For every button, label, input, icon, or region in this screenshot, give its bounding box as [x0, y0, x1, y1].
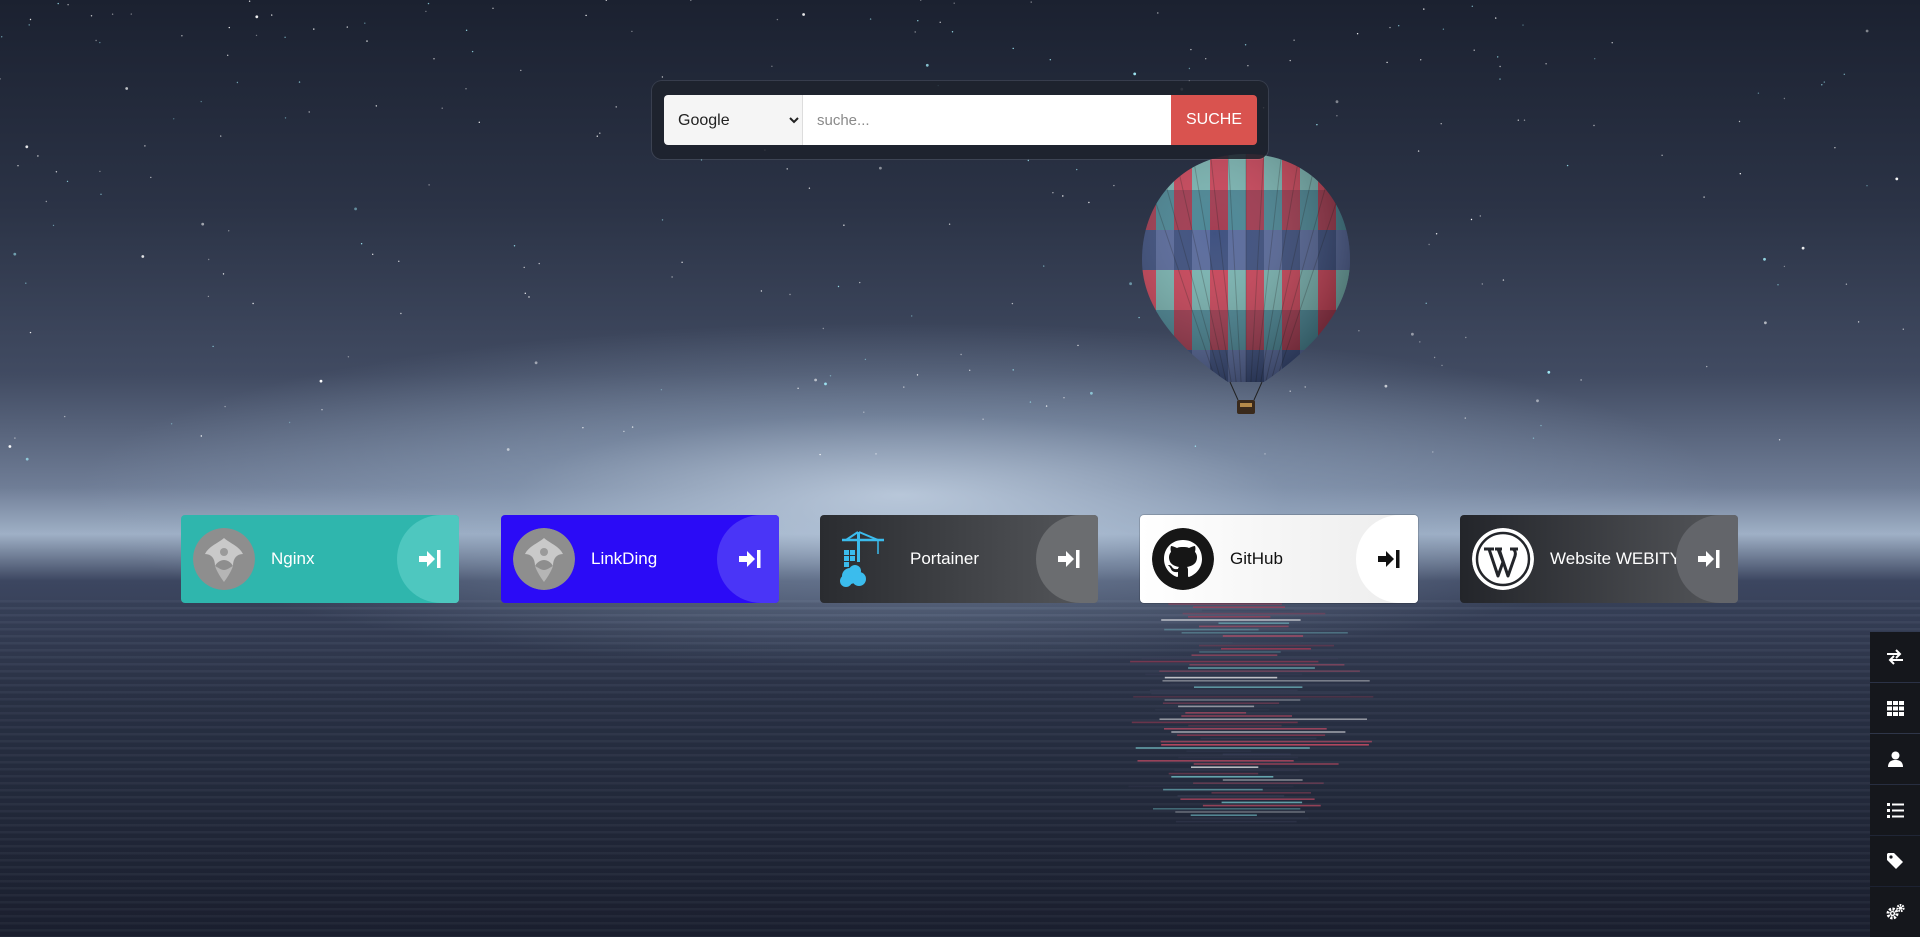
wordpress-icon	[1472, 528, 1534, 590]
sign-in-arrow-icon	[1698, 550, 1720, 568]
user-icon	[1887, 751, 1903, 767]
sign-in-arrow-icon	[1378, 550, 1400, 568]
list-icon	[1886, 802, 1904, 818]
app-tile-linkding[interactable]: LinkDing	[501, 515, 779, 603]
app-tile-nginx[interactable]: Nginx	[181, 515, 459, 603]
sign-in-arrow-icon	[739, 550, 761, 568]
water-surface	[0, 600, 1920, 937]
switch-view-button[interactable]	[1870, 632, 1920, 682]
tags-button[interactable]	[1870, 836, 1920, 886]
side-toolbar	[1870, 632, 1920, 938]
settings-button[interactable]	[1870, 887, 1920, 937]
tag-icon	[1887, 853, 1903, 869]
app-tile-website-webity[interactable]: Website WEBITY	[1460, 515, 1738, 603]
open-app-button[interactable]	[1036, 515, 1098, 603]
user-button[interactable]	[1870, 734, 1920, 784]
grid-icon	[1886, 700, 1904, 716]
app-tile-github[interactable]: GitHub	[1140, 515, 1418, 603]
open-app-button[interactable]	[397, 515, 459, 603]
balloon-reflection	[1128, 600, 1374, 823]
app-tile-portainer[interactable]: Portainer	[820, 515, 1098, 603]
sign-in-arrow-icon	[419, 550, 441, 568]
portainer-icon	[832, 528, 894, 590]
search-engine-select[interactable]: Google	[664, 95, 802, 145]
apps-grid-button[interactable]	[1870, 683, 1920, 733]
github-icon	[1152, 528, 1214, 590]
open-app-button[interactable]	[1356, 515, 1418, 603]
sign-in-arrow-icon	[1058, 550, 1080, 568]
settings-icon	[1886, 904, 1905, 920]
search-button[interactable]: SUCHE	[1171, 95, 1257, 145]
search-input[interactable]	[802, 95, 1171, 145]
open-app-button[interactable]	[717, 515, 779, 603]
open-app-button[interactable]	[1676, 515, 1738, 603]
app-name: LinkDing	[591, 549, 658, 568]
app-name: Website WEBITY	[1550, 549, 1681, 568]
app-logo-icon	[513, 528, 575, 590]
search-bar: Google SUCHE	[652, 81, 1268, 159]
list-button[interactable]	[1870, 785, 1920, 835]
hot-air-balloon-image	[1142, 154, 1350, 414]
app-name: Nginx	[271, 549, 315, 568]
exchange-icon	[1887, 649, 1903, 665]
app-name: GitHub	[1230, 549, 1283, 568]
starfield	[0, 0, 1905, 461]
app-logo-icon	[193, 528, 255, 590]
app-name: Portainer	[910, 549, 979, 568]
